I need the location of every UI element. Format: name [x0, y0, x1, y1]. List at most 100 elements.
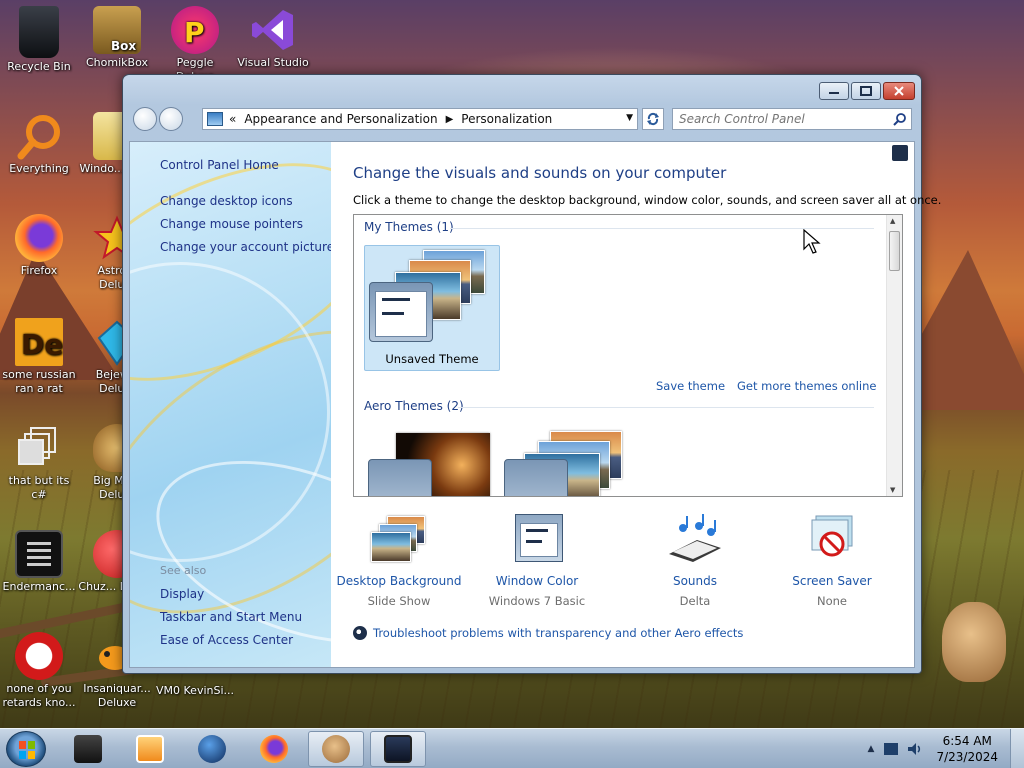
desktop-icon-vm0[interactable]: VM0 KevinSi... [156, 684, 234, 698]
start-button[interactable] [6, 731, 46, 767]
personalization-content: Change the visuals and sounds on your co… [331, 142, 941, 667]
desktop-icon-peggle[interactable]: P Peggle Deluxe [156, 6, 234, 84]
desktop-icon-chomikbox[interactable]: Box ChomikBox [78, 6, 156, 70]
breadcrumb-personalization[interactable]: Personalization [461, 112, 552, 126]
taskbar-item-app1[interactable] [60, 731, 116, 767]
search-icon[interactable] [893, 112, 907, 126]
sounds-value: Delta [679, 594, 711, 608]
scroll-up-icon[interactable]: ▲ [890, 217, 895, 225]
troubleshoot-text[interactable]: Troubleshoot problems with transparency … [373, 626, 743, 640]
troubleshoot-link[interactable]: Troubleshoot problems with transparency … [353, 626, 743, 640]
aero-theme-tile-2[interactable] [504, 431, 634, 496]
taskbar-item-firefox[interactable] [246, 731, 302, 767]
taskbar-item-globe[interactable] [184, 731, 240, 767]
taskbar-item-media-player[interactable] [122, 731, 178, 767]
desktop-icon-firefox[interactable]: Firefox [0, 214, 78, 278]
desktop-background-setting[interactable]: Desktop Background Slide Show [334, 514, 464, 608]
screen-saver-icon [804, 514, 860, 564]
ease-of-access-link[interactable]: Ease of Access Center [160, 633, 293, 647]
group-divider [458, 407, 874, 408]
aero-themes-header: Aero Themes (2) [364, 399, 464, 413]
desktop-icon-recycle-bin[interactable]: Recycle Bin [0, 6, 78, 74]
maximize-button[interactable] [851, 82, 881, 100]
show-hidden-icons-icon[interactable]: ▲ [868, 744, 875, 754]
control-panel-home-link[interactable]: Control Panel Home [160, 158, 279, 172]
theme-list[interactable]: My Themes (1) Unsaved Theme Save theme G… [353, 214, 903, 497]
globe-icon [198, 735, 226, 763]
clock-time: 6:54 AM [942, 734, 992, 748]
save-theme-link[interactable]: Save theme [656, 379, 725, 393]
change-desktop-icons-link[interactable]: Change desktop icons [160, 194, 293, 208]
theme-name: Unsaved Theme [385, 352, 479, 366]
desktop-icon-russian-rat[interactable]: De some russian ran a rat [0, 318, 78, 396]
desktop-icon-everything[interactable]: Everything [0, 112, 78, 176]
de-app-icon: De [15, 318, 63, 366]
notification-area: ▲ 6:54 AM 7/23/2024 [868, 729, 998, 768]
window-color-value: Windows 7 Basic [488, 594, 586, 608]
maximize-icon [860, 86, 872, 96]
window-color-setting[interactable]: Window Color Windows 7 Basic [472, 514, 602, 608]
window-color-icon [509, 514, 565, 564]
visual-studio-icon [249, 6, 297, 54]
breadcrumb-appearance[interactable]: Appearance and Personalization [244, 112, 437, 126]
search-box[interactable] [672, 108, 912, 130]
address-dropdown-icon[interactable]: ▼ [626, 113, 633, 123]
sounds-title[interactable]: Sounds [630, 574, 760, 588]
help-icon[interactable] [892, 145, 908, 161]
media-player-icon [136, 735, 164, 763]
address-bar[interactable]: « Appearance and Personalization ▶ Perso… [202, 108, 638, 130]
scrollbar-thumb[interactable] [889, 231, 900, 271]
taskbar-item-personalization[interactable] [370, 731, 426, 767]
show-desktop-button[interactable] [1010, 729, 1024, 768]
window-preview-icon [369, 282, 433, 342]
windows-logo-icon [19, 741, 35, 759]
window-controls [817, 82, 915, 100]
desktop-icon-visual-studio[interactable]: Visual Studio [234, 6, 312, 70]
close-button[interactable] [883, 82, 915, 100]
system-clock[interactable]: 6:54 AM 7/23/2024 [936, 733, 998, 765]
forward-button[interactable] [159, 107, 183, 131]
back-button[interactable] [133, 107, 157, 131]
navigation-bar: « Appearance and Personalization ▶ Perso… [129, 107, 915, 133]
minimize-button[interactable] [819, 82, 849, 100]
recycle-bin-icon [19, 6, 59, 58]
desktop-icon-none-of-you[interactable]: none of you retards kno... [0, 632, 78, 710]
screen-saver-title[interactable]: Screen Saver [767, 574, 897, 588]
taskbar-item-hamster[interactable] [308, 731, 364, 767]
sounds-setting[interactable]: Sounds Delta [630, 514, 760, 608]
taskbar-start-menu-link[interactable]: Taskbar and Start Menu [160, 610, 302, 624]
scroll-down-icon[interactable]: ▼ [890, 486, 895, 494]
minimize-icon [829, 92, 839, 94]
page-description: Click a theme to change the desktop back… [353, 193, 942, 207]
firefox-icon [260, 735, 288, 763]
page-title: Change the visuals and sounds on your co… [353, 164, 727, 182]
desktop-icon-that-but-csharp[interactable]: that but its c# [0, 424, 78, 502]
mouse-pointer-icon [803, 229, 821, 254]
refresh-icon [647, 112, 659, 126]
breadcrumb-separator-icon[interactable]: ▶ [446, 114, 454, 125]
theme-list-scrollbar[interactable]: ▲ ▼ [886, 215, 902, 496]
window-color-title[interactable]: Window Color [472, 574, 602, 588]
screen-saver-setting[interactable]: Screen Saver None [767, 514, 897, 608]
dark-box-icon [74, 735, 102, 763]
volume-icon[interactable] [906, 741, 922, 757]
aero-theme-tile-1[interactable] [368, 431, 498, 496]
window-preview-icon [504, 459, 568, 496]
red-creature-icon [15, 632, 63, 680]
personalization-icon [384, 735, 412, 763]
desktop-icon-endermanch[interactable]: Endermanc... [0, 530, 78, 594]
change-mouse-pointers-link[interactable]: Change mouse pointers [160, 217, 303, 231]
desktop-background-title[interactable]: Desktop Background [334, 574, 464, 588]
network-icon[interactable] [884, 743, 899, 755]
get-more-themes-link[interactable]: Get more themes online [737, 379, 876, 393]
firefox-icon [15, 214, 63, 262]
display-link[interactable]: Display [160, 587, 204, 601]
magnifier-icon [15, 112, 63, 160]
window-client-area: Control Panel Home Change desktop icons … [129, 141, 941, 668]
breadcrumb-overflow[interactable]: « [229, 112, 236, 126]
clock-date: 7/23/2024 [936, 750, 998, 764]
unsaved-theme-tile[interactable]: Unsaved Theme [364, 245, 500, 371]
refresh-button[interactable] [642, 108, 664, 130]
change-account-picture-link[interactable]: Change your account picture [160, 240, 331, 254]
search-input[interactable] [673, 109, 883, 129]
